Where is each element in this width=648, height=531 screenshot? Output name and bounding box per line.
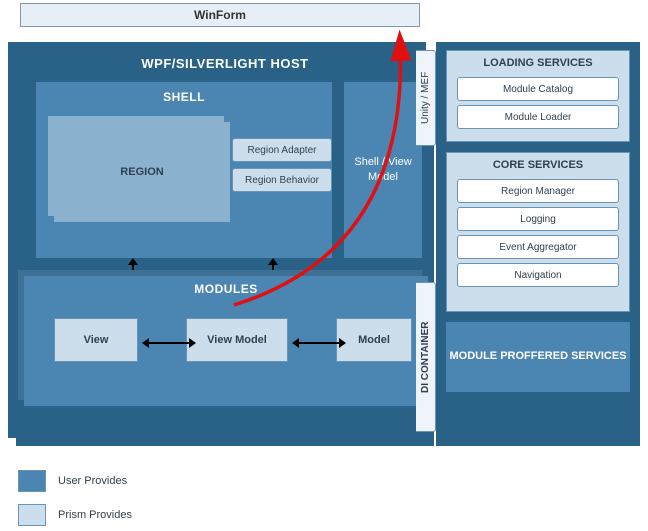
region-behavior-box: Region Behavior: [232, 168, 332, 192]
arrow-viewmodel-model-icon: [298, 342, 340, 344]
legend-prism-swatch: [18, 504, 46, 526]
arrow-view-viewmodel-icon: [148, 342, 190, 344]
legend-prism-label: Prism Provides: [58, 509, 132, 521]
svc-logging: Logging: [457, 207, 619, 231]
legend-user-label: User Provides: [58, 475, 127, 487]
svc-navigation: Navigation: [457, 263, 619, 287]
module-view-label: View: [84, 334, 109, 346]
right-panel: Unity / MEF DI CONTAINER LOADING SERVICE…: [436, 42, 640, 446]
shell-title: SHELL: [36, 82, 332, 104]
module-model-label: Model: [358, 334, 390, 346]
loading-services-group: LOADING SERVICES Module Catalog Module L…: [446, 50, 630, 142]
svc-module-catalog: Module Catalog: [457, 77, 619, 101]
di-container-tab: DI CONTAINER: [416, 282, 436, 432]
loading-services-title: LOADING SERVICES: [447, 51, 629, 73]
shell-block: SHELL REGION Region Adapter Region Behav…: [36, 82, 332, 258]
shell-viewmodel-block: Shell / View Model: [344, 82, 422, 258]
region-behavior-label: Region Behavior: [245, 175, 319, 186]
region-label: REGION: [120, 166, 163, 178]
winform-label: WinForm: [20, 3, 420, 27]
modules-block: MODULES View View Model Model: [24, 276, 428, 406]
legend-user-swatch: [18, 470, 46, 492]
legend-user-provides: User Provides: [18, 470, 238, 492]
region-block: REGION: [54, 122, 230, 222]
left-stack: WPF/SILVERLIGHT HOST SHELL REGION Region…: [8, 42, 426, 440]
region-adapter-label: Region Adapter: [248, 145, 317, 156]
core-services-title: CORE SERVICES: [447, 153, 629, 175]
region-adapter-box: Region Adapter: [232, 138, 332, 162]
module-proffered-services: MODULE PROFFERED SERVICES: [446, 322, 630, 392]
host-main: WPF/SILVERLIGHT HOST SHELL REGION Region…: [16, 50, 434, 446]
module-model-box: Model: [336, 318, 412, 362]
module-viewmodel-box: View Model: [186, 318, 288, 362]
svc-region-manager: Region Manager: [457, 179, 619, 203]
module-proffered-label: MODULE PROFFERED SERVICES: [449, 349, 626, 364]
shell-viewmodel-label: Shell / View Model: [344, 155, 422, 186]
modules-title: MODULES: [24, 276, 428, 296]
module-view-box: View: [54, 318, 138, 362]
winform-text: WinForm: [194, 8, 246, 22]
unity-mef-tab: Unity / MEF: [416, 50, 436, 146]
di-container-label: DI CONTAINER: [420, 321, 431, 392]
svc-event-aggregator: Event Aggregator: [457, 235, 619, 259]
core-services-group: CORE SERVICES Region Manager Logging Eve…: [446, 152, 630, 312]
svc-module-loader: Module Loader: [457, 105, 619, 129]
unity-mef-label: Unity / MEF: [420, 72, 431, 124]
legend-prism-provides: Prism Provides: [18, 504, 238, 526]
host-title: WPF/SILVERLIGHT HOST: [16, 50, 434, 71]
module-viewmodel-label: View Model: [207, 334, 267, 346]
